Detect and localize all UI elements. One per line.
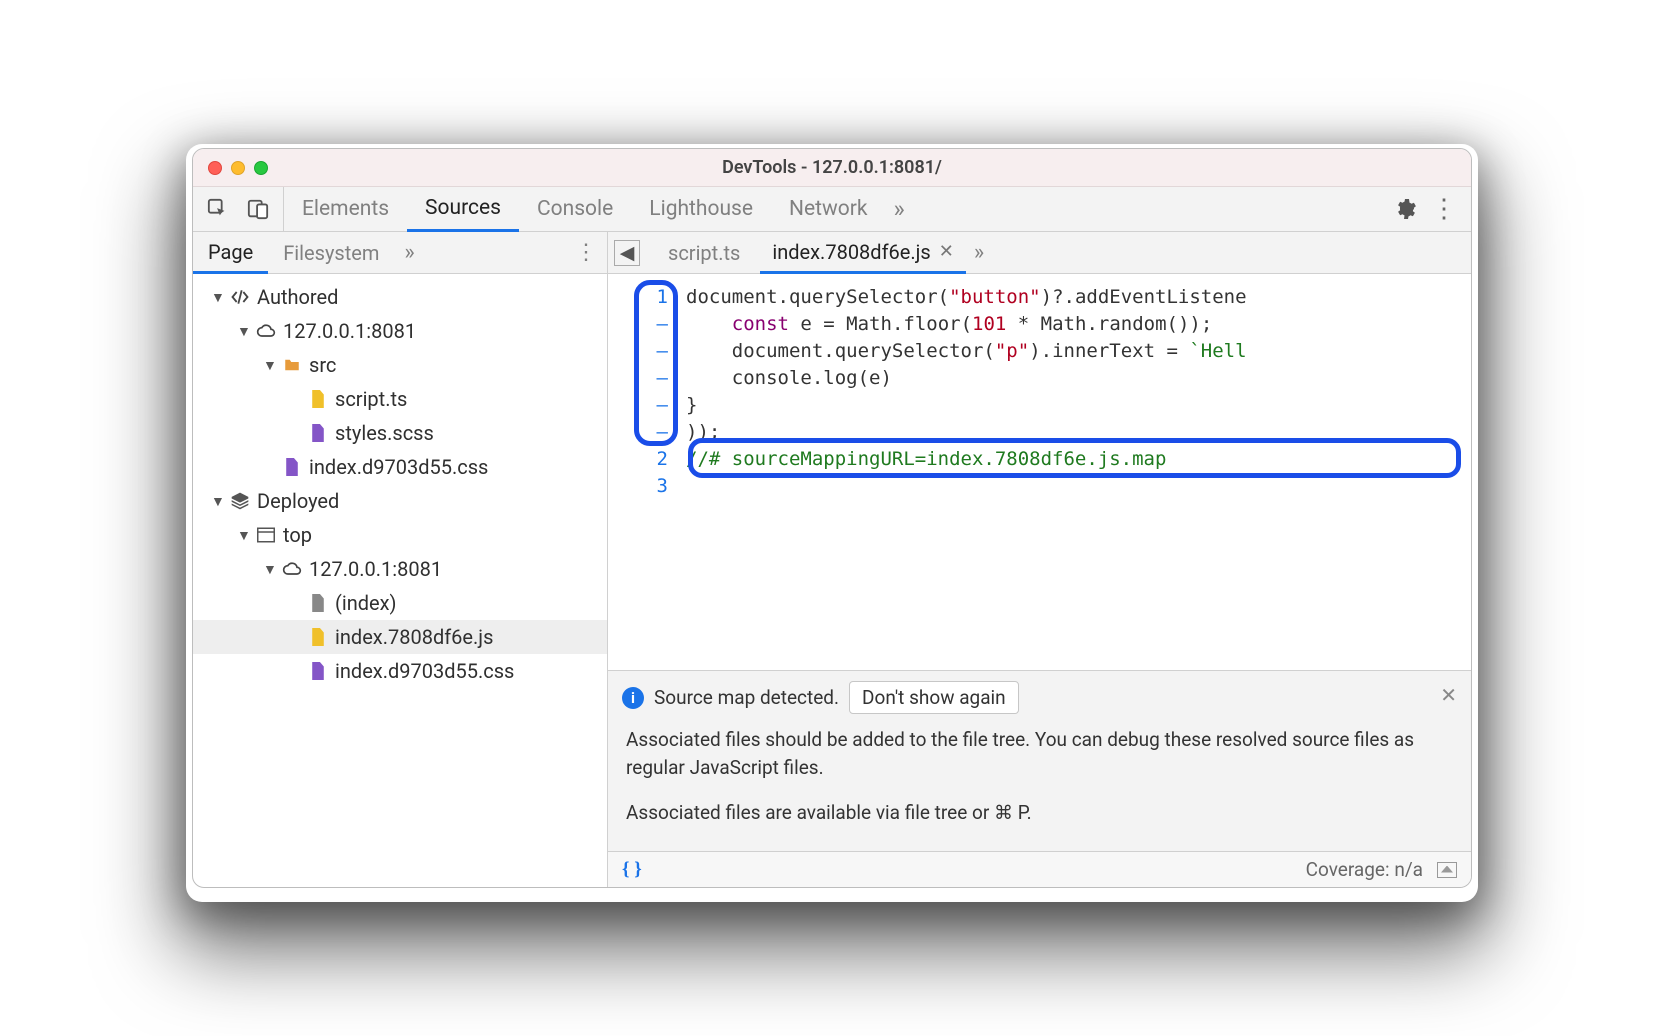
js-file-icon — [307, 628, 329, 646]
css-file-icon — [307, 662, 329, 680]
tree-label: 127.0.0.1:8081 — [309, 557, 442, 581]
code-line[interactable]: //# sourceMappingURL=index.7808df6e.js.m… — [686, 446, 1471, 473]
panel-tabs-row: ElementsSourcesConsoleLighthouseNetwork … — [193, 187, 1471, 232]
inspect-element-icon[interactable] — [207, 198, 229, 220]
toggle-drawer-icon[interactable] — [1437, 862, 1457, 878]
authored-icon — [229, 287, 251, 307]
tree-label: index.d9703d55.css — [309, 455, 488, 479]
sourcemap-infobar: i Source map detected. Don't show again … — [608, 670, 1471, 851]
js-file-icon — [307, 390, 329, 408]
panel-tab-elements[interactable]: Elements — [284, 187, 407, 231]
code-line[interactable]: document.querySelector("p").innerText = … — [686, 338, 1471, 365]
line-number[interactable]: – — [608, 338, 668, 365]
main-menu-kebab-icon[interactable]: ⋮ — [1431, 196, 1457, 222]
devtools-window: DevTools - 127.0.0.1:8081/ ElementsSourc… — [192, 148, 1472, 888]
tree-label: (index) — [335, 591, 397, 615]
tree-file-index-html[interactable]: (index) — [193, 586, 607, 620]
nav-back-icon[interactable]: ◀ — [614, 240, 640, 266]
navigator-tab-filesystem[interactable]: Filesystem — [268, 232, 394, 273]
navigator-kebab-icon[interactable]: ⋮ — [565, 240, 607, 265]
tree-section-authored[interactable]: ▼ Authored — [193, 280, 607, 314]
line-number[interactable]: 2 — [608, 446, 668, 473]
deployed-icon — [229, 491, 251, 511]
tree-host-deployed[interactable]: ▼ 127.0.0.1:8081 — [193, 552, 607, 586]
tree-file-index-js[interactable]: index.7808df6e.js — [193, 620, 607, 654]
file-tree: ▼ Authored ▼ 127.0.0.1:8081 ▼ — [193, 274, 607, 887]
code-line[interactable]: document.querySelector("button")?.addEve… — [686, 284, 1471, 311]
tree-label: index.7808df6e.js — [335, 625, 493, 649]
tree-label: 127.0.0.1:8081 — [283, 319, 416, 343]
tree-label: Authored — [257, 285, 338, 309]
line-number[interactable]: 1 — [608, 284, 668, 311]
tree-label: index.d9703d55.css — [335, 659, 514, 683]
cloud-icon — [255, 321, 277, 341]
device-toolbar-icon[interactable] — [247, 198, 269, 220]
navigator-tab-page[interactable]: Page — [193, 233, 268, 274]
editor-file-tabs: ◀ script.ts index.7808df6e.js ✕ » — [608, 232, 1471, 274]
cloud-icon — [281, 559, 303, 579]
panel-tab-lighthouse[interactable]: Lighthouse — [631, 187, 771, 231]
editor-area: ◀ script.ts index.7808df6e.js ✕ » 1–––––… — [608, 232, 1471, 887]
dont-show-again-button[interactable]: Don't show again — [849, 681, 1019, 714]
folder-icon — [281, 356, 303, 374]
line-number[interactable]: – — [608, 392, 668, 419]
tree-label: styles.scss — [335, 421, 434, 445]
line-number[interactable]: – — [608, 311, 668, 338]
traffic-lights — [193, 161, 268, 175]
line-number-gutter[interactable]: 1–––––23 — [608, 274, 678, 670]
line-number[interactable]: – — [608, 365, 668, 392]
close-window-button[interactable] — [208, 161, 222, 175]
code-line[interactable] — [686, 473, 1471, 500]
line-number[interactable]: 3 — [608, 473, 668, 500]
titlebar: DevTools - 127.0.0.1:8081/ — [193, 149, 1471, 187]
tree-label: script.ts — [335, 387, 407, 411]
editor-statusbar: { } Coverage: n/a — [608, 851, 1471, 887]
navigator-tabs-overflow[interactable]: » — [394, 240, 424, 265]
code-line[interactable]: } — [686, 392, 1471, 419]
file-tab-script-ts[interactable]: script.ts — [656, 232, 752, 273]
zoom-window-button[interactable] — [254, 161, 268, 175]
infobar-close-icon[interactable]: ✕ — [1440, 683, 1457, 707]
infobar-body-2: Associated files are available via file … — [626, 799, 1453, 827]
code-line[interactable]: console.log(e) — [686, 365, 1471, 392]
minimize-window-button[interactable] — [231, 161, 245, 175]
window-title: DevTools - 127.0.0.1:8081/ — [193, 157, 1471, 178]
tree-host-authored[interactable]: ▼ 127.0.0.1:8081 — [193, 314, 607, 348]
code-line[interactable]: )); — [686, 419, 1471, 446]
css-file-icon — [307, 424, 329, 442]
code-editor[interactable]: 1–––––23 document.querySelector("button"… — [608, 274, 1471, 670]
tree-file-script-ts[interactable]: script.ts — [193, 382, 607, 416]
navigator-subtabs: Page Filesystem » ⋮ — [193, 232, 607, 274]
file-tab-index-js[interactable]: index.7808df6e.js ✕ — [760, 233, 966, 274]
settings-gear-icon[interactable] — [1393, 197, 1417, 221]
info-icon: i — [622, 687, 644, 709]
tree-file-index-css-deployed[interactable]: index.d9703d55.css — [193, 654, 607, 688]
tree-section-deployed[interactable]: ▼ Deployed — [193, 484, 607, 518]
more-panels-overflow[interactable]: » — [886, 195, 913, 223]
panel-tab-console[interactable]: Console — [519, 187, 631, 231]
panel-tab-sources[interactable]: Sources — [407, 188, 519, 232]
code-content[interactable]: document.querySelector("button")?.addEve… — [678, 274, 1471, 670]
infobar-body-1: Associated files should be added to the … — [626, 726, 1453, 781]
tree-file-index-css-authored[interactable]: index.d9703d55.css — [193, 450, 607, 484]
tree-label: top — [283, 523, 312, 547]
line-number[interactable]: – — [608, 419, 668, 446]
doc-file-icon — [307, 594, 329, 612]
pretty-print-icon[interactable]: { } — [622, 859, 642, 881]
panel-tab-network[interactable]: Network — [771, 187, 886, 231]
code-line[interactable]: const e = Math.floor(101 * Math.random()… — [686, 311, 1471, 338]
tree-folder-src[interactable]: ▼ src — [193, 348, 607, 382]
close-tab-icon[interactable]: ✕ — [939, 241, 954, 262]
frame-icon — [255, 527, 277, 543]
navigator-sidebar: Page Filesystem » ⋮ ▼ Authored ▼ — [193, 232, 608, 887]
tree-top-frame[interactable]: ▼ top — [193, 518, 607, 552]
tree-label: src — [309, 353, 336, 377]
infobar-title: Source map detected. — [654, 686, 839, 709]
coverage-label: Coverage: n/a — [1306, 858, 1423, 881]
css-file-icon — [281, 458, 303, 476]
file-tabs-overflow[interactable]: » — [974, 240, 984, 265]
tree-label: Deployed — [257, 489, 339, 513]
tree-file-styles-scss[interactable]: styles.scss — [193, 416, 607, 450]
